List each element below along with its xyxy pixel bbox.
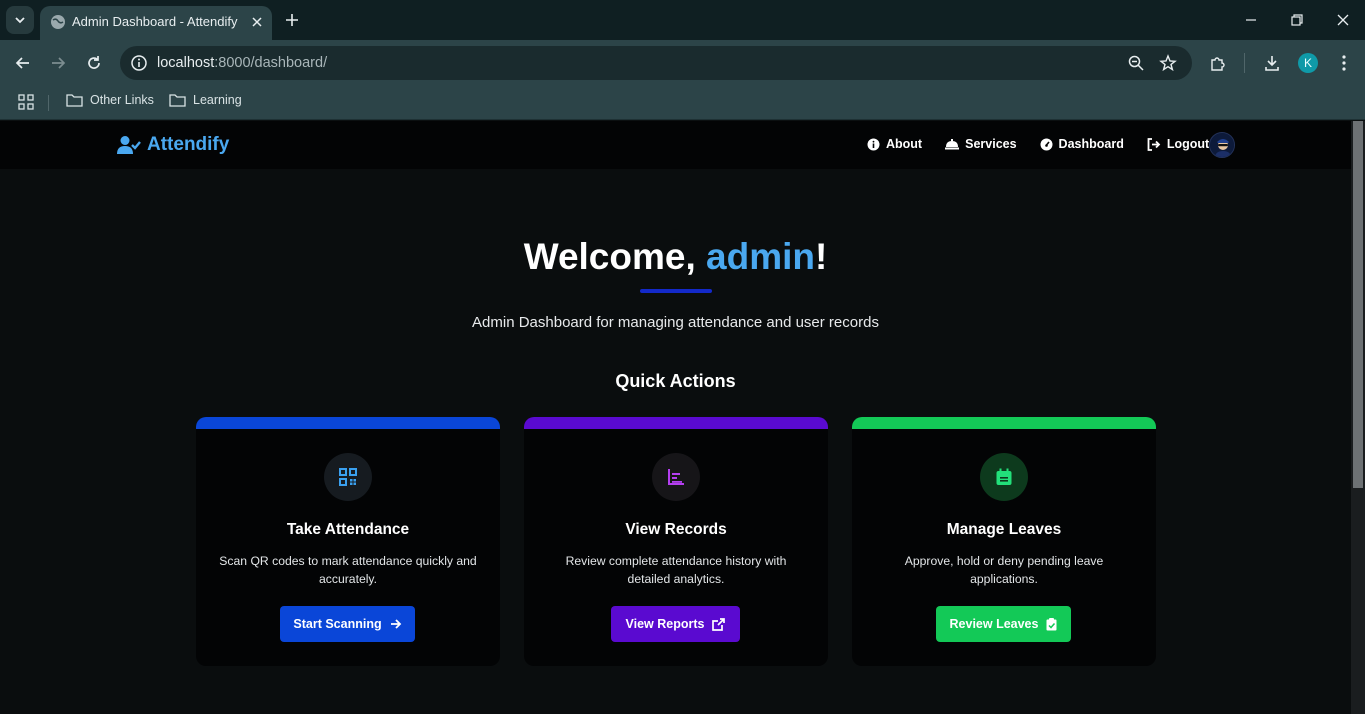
toolbar-separator bbox=[1244, 53, 1245, 73]
tab-title: Admin Dashboard - Attendify bbox=[72, 14, 238, 29]
apps-grid-icon[interactable] bbox=[18, 94, 34, 110]
browser-tab-active[interactable]: Admin Dashboard - Attendify bbox=[40, 6, 272, 40]
card-title: View Records bbox=[625, 521, 727, 538]
restore-icon[interactable] bbox=[1290, 13, 1304, 27]
page-viewport: Attendify About Services Dashboard Logou… bbox=[0, 121, 1351, 714]
folder-icon bbox=[66, 94, 83, 107]
nav-about[interactable]: About bbox=[867, 137, 922, 151]
bookmark-star-icon[interactable] bbox=[1159, 54, 1177, 72]
chart-icon bbox=[668, 469, 684, 485]
card-accent-bar bbox=[196, 417, 500, 429]
card-description: Approve, hold or deny pending leave appl… bbox=[904, 554, 1104, 586]
bookmark-folder-other-links[interactable]: Other Links bbox=[66, 93, 154, 107]
tab-search-button[interactable] bbox=[6, 6, 34, 34]
card-view-records: View Records Review complete attendance … bbox=[524, 417, 828, 666]
site-info-icon[interactable] bbox=[130, 54, 148, 72]
gauge-icon bbox=[1040, 138, 1053, 150]
card-description: Scan QR codes to mark attendance quickly… bbox=[219, 554, 477, 586]
extensions-puzzle-icon[interactable] bbox=[1209, 54, 1227, 72]
zoom-icon[interactable] bbox=[1127, 54, 1145, 72]
nav-services[interactable]: Services bbox=[945, 137, 1017, 151]
welcome-heading: Welcome, admin! bbox=[523, 236, 828, 277]
clipboard-check-icon bbox=[1046, 617, 1057, 630]
card-title: Take Attendance bbox=[286, 521, 410, 538]
back-arrow-icon[interactable] bbox=[14, 54, 32, 72]
logout-icon bbox=[1147, 137, 1161, 151]
bookmark-folder-learning[interactable]: Learning bbox=[169, 93, 242, 107]
welcome-username: admin bbox=[706, 236, 815, 277]
card-accent-bar bbox=[852, 417, 1156, 429]
info-circle-icon bbox=[867, 138, 880, 150]
profile-avatar[interactable]: K bbox=[1298, 53, 1318, 73]
nav-links: About Services Dashboard Logout bbox=[867, 137, 1232, 151]
card-manage-leaves: Manage Leaves Approve, hold or deny pend… bbox=[852, 417, 1156, 666]
window-close-icon[interactable] bbox=[1336, 13, 1350, 27]
user-check-icon bbox=[117, 136, 141, 154]
heading-underline bbox=[640, 289, 712, 293]
card-title: Manage Leaves bbox=[946, 521, 1062, 538]
calendar-icon bbox=[996, 468, 1012, 485]
card-icon-wrapper bbox=[324, 453, 372, 501]
url-text: localhost:8000/dashboard/ bbox=[157, 55, 328, 71]
external-link-icon bbox=[712, 617, 726, 631]
scrollbar-thumb[interactable] bbox=[1353, 121, 1363, 488]
new-tab-plus-icon[interactable] bbox=[283, 11, 301, 29]
nav-logout[interactable]: Logout bbox=[1147, 137, 1209, 151]
folder-icon bbox=[169, 94, 186, 107]
view-reports-button[interactable]: View Reports bbox=[611, 606, 740, 642]
chevron-down-icon bbox=[15, 17, 25, 24]
brand-logo-link[interactable]: Attendify bbox=[117, 134, 229, 156]
concierge-bell-icon bbox=[945, 139, 960, 150]
card-icon-wrapper bbox=[652, 453, 700, 501]
forward-arrow-icon[interactable] bbox=[49, 54, 67, 72]
bookmarks-bar: Other Links Learning bbox=[0, 86, 1365, 120]
browser-toolbar: localhost:8000/dashboard/ K bbox=[0, 40, 1365, 86]
site-navbar: Attendify About Services Dashboard Logou… bbox=[0, 121, 1351, 169]
card-take-attendance: Take Attendance Scan QR codes to mark at… bbox=[196, 417, 500, 666]
minimize-icon[interactable] bbox=[1244, 13, 1258, 27]
more-vertical-icon[interactable] bbox=[1338, 54, 1350, 72]
globe-icon bbox=[51, 15, 65, 29]
card-accent-bar bbox=[524, 417, 828, 429]
nav-dashboard[interactable]: Dashboard bbox=[1040, 137, 1124, 151]
welcome-subtitle: Admin Dashboard for managing attendance … bbox=[472, 314, 879, 331]
card-icon-wrapper bbox=[980, 453, 1028, 501]
close-icon[interactable] bbox=[249, 14, 265, 30]
user-avatar[interactable] bbox=[1209, 132, 1235, 158]
review-leaves-button[interactable]: Review Leaves bbox=[936, 606, 1071, 642]
browser-tab-strip: Admin Dashboard - Attendify bbox=[0, 0, 1365, 40]
download-icon[interactable] bbox=[1263, 54, 1281, 72]
start-scanning-button[interactable]: Start Scanning bbox=[280, 606, 415, 642]
quick-actions-title: Quick Actions bbox=[615, 371, 736, 391]
admin-avatar-icon bbox=[1210, 133, 1234, 157]
card-description: Review complete attendance history with … bbox=[565, 554, 787, 586]
bookmarks-separator bbox=[48, 95, 49, 111]
qrcode-icon bbox=[339, 468, 357, 486]
arrow-right-icon bbox=[390, 619, 401, 629]
page-scrollbar[interactable] bbox=[1351, 121, 1365, 714]
address-bar[interactable]: localhost:8000/dashboard/ bbox=[120, 46, 1192, 80]
reload-icon[interactable] bbox=[85, 54, 103, 72]
